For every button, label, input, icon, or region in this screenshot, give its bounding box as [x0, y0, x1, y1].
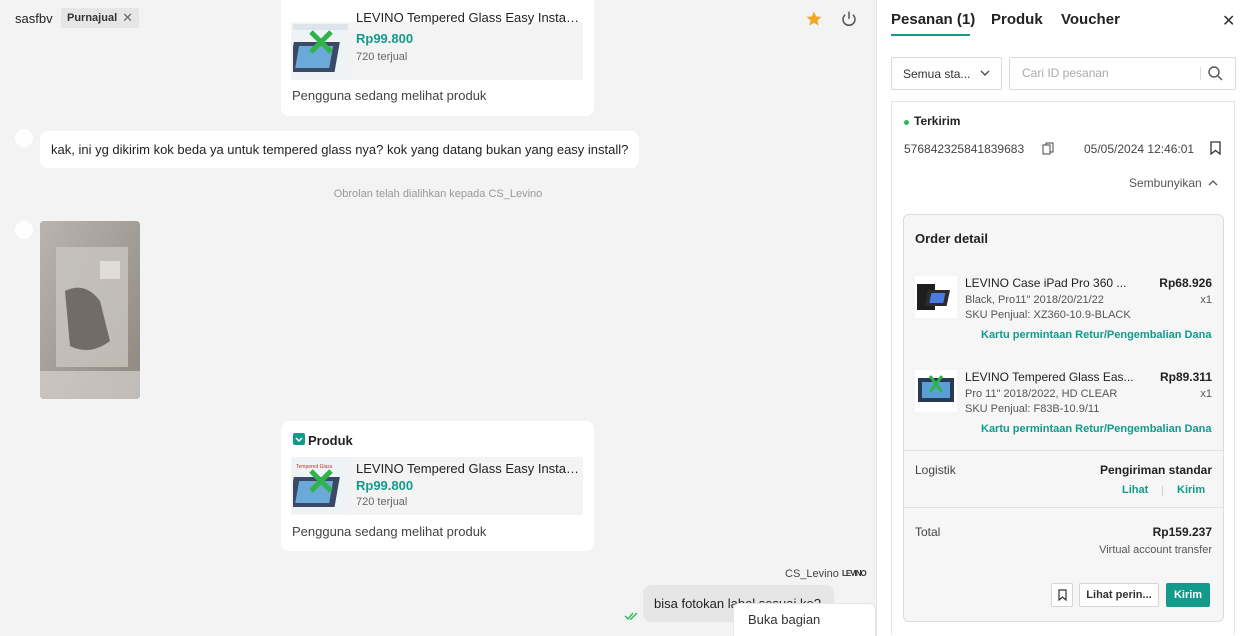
order-search[interactable]: [1009, 57, 1236, 90]
viewing-note: Pengguna sedang melihat produk: [292, 524, 487, 539]
product-sold: 720 terjual: [356, 496, 408, 508]
chat-username: sasfbv: [15, 11, 53, 26]
tab-products[interactable]: Produk: [991, 11, 1043, 28]
product-name: LEVINO Tempered Glass Easy Install ...: [356, 10, 580, 25]
logistics-value: Pengiriman standar: [1099, 463, 1212, 477]
customer-photo[interactable]: [40, 221, 140, 399]
active-tab-indicator: [891, 34, 970, 36]
hide-details-toggle[interactable]: Sembunyikan: [1129, 176, 1218, 190]
aftersales-badge: Purnajual ✕: [61, 8, 140, 28]
svg-text:Tempered Glass: Tempered Glass: [296, 464, 333, 470]
jump-to-bottom-button[interactable]: Buka bagian bawah: [733, 603, 876, 636]
order-id: 576842325841839683: [904, 142, 1025, 156]
badge-label: Purnajual: [67, 12, 118, 24]
order-search-input[interactable]: [1020, 65, 1204, 81]
item-name[interactable]: LEVINO Tempered Glass Eas...: [965, 370, 1135, 384]
status-filter-select[interactable]: Semua sta...: [891, 57, 1002, 90]
item-thumbnail: [915, 276, 957, 318]
logistics-view-link[interactable]: Lihat: [1122, 484, 1148, 496]
search-icon[interactable]: [1207, 65, 1223, 81]
order-detail-title: Order detail: [915, 231, 988, 246]
hide-label: Sembunyikan: [1129, 176, 1202, 190]
badge-close-icon[interactable]: ✕: [122, 8, 133, 28]
chevron-down-icon: [980, 70, 990, 76]
product-card-top[interactable]: LEVINO Tempered Glass Easy Install ... R…: [281, 0, 594, 116]
bookmark-icon: [1057, 589, 1067, 602]
order-card: Terkirim 576842325841839683 05/05/2024 1…: [891, 101, 1235, 635]
payment-method: Virtual account transfer: [1099, 544, 1212, 556]
item-sku: SKU Penjual: F83B-10.9/11: [965, 403, 1100, 415]
product-thumbnail: [293, 24, 348, 78]
view-details-button[interactable]: Lihat perin...: [1079, 583, 1159, 607]
order-detail-box: Order detail LEVINO Case iPad Pro 360 ..…: [903, 214, 1224, 622]
bookmark-button[interactable]: [1051, 583, 1073, 607]
customer-avatar: [15, 221, 33, 239]
logistics-send-link[interactable]: Kirim: [1177, 484, 1205, 496]
divider: [904, 507, 1223, 508]
product-card-header: Produk: [308, 433, 353, 448]
transfer-note: Obrolan telah dialihkan kepada CS_Levino: [333, 188, 543, 200]
star-icon[interactable]: [805, 10, 823, 28]
viewing-note: Pengguna sedang melihat produk: [292, 88, 487, 103]
total-value: Rp159.237: [1152, 525, 1212, 539]
return-refund-link[interactable]: Kartu permintaan Retur/Pengembalian Dana: [981, 329, 1211, 341]
order-item: LEVINO Case iPad Pro 360 ... Rp68.926 Bl…: [904, 276, 1223, 348]
order-date: 05/05/2024 12:46:01: [1084, 142, 1195, 156]
customer-message: kak, ini yg dikirim kok beda ya untuk te…: [40, 131, 640, 168]
tab-orders[interactable]: Pesanan (1): [891, 11, 975, 28]
power-icon[interactable]: [840, 10, 858, 28]
read-receipt-icon: [624, 612, 638, 621]
logistics-label: Logistik: [915, 463, 956, 477]
item-variant: Black, Pro11" 2018/20/21/22: [965, 294, 1104, 306]
product-thumbnail: Tempered Glass: [293, 459, 348, 513]
status-dot: [904, 120, 909, 125]
product-card[interactable]: Produk Tempered Glass LEVINO Tempered Gl…: [281, 421, 594, 551]
order-status: Terkirim: [914, 114, 961, 128]
item-price: Rp89.311: [1159, 370, 1212, 384]
item-quantity: x1: [1200, 388, 1212, 400]
order-panel: Pesanan (1) Produk Voucher ✕ Semua sta..…: [876, 0, 1249, 636]
customer-avatar: [15, 129, 33, 147]
product-info[interactable]: Tempered Glass LEVINO Tempered Glass Eas…: [291, 457, 583, 515]
tab-vouchers[interactable]: Voucher: [1061, 11, 1120, 28]
product-info-top[interactable]: LEVINO Tempered Glass Easy Install ... R…: [291, 10, 583, 80]
status-filter-value: Semua sta...: [903, 67, 971, 81]
order-item: LEVINO Tempered Glass Eas... Rp89.311 Pr…: [904, 370, 1223, 442]
send-button[interactable]: Kirim: [1166, 583, 1210, 607]
divider: [904, 450, 1223, 451]
return-refund-link[interactable]: Kartu permintaan Retur/Pengembalian Dana: [981, 423, 1211, 435]
item-thumbnail: [915, 370, 957, 412]
agent-name: CS_Levino: [785, 568, 839, 580]
chevron-up-icon: [1208, 180, 1218, 186]
copy-icon[interactable]: [1042, 142, 1054, 155]
item-name[interactable]: LEVINO Case iPad Pro 360 ...: [965, 276, 1135, 290]
chat-area: sasfbv Purnajual ✕ LEVINO Tempered Glass…: [0, 0, 876, 636]
close-icon[interactable]: ✕: [1222, 11, 1235, 31]
total-label: Total: [915, 525, 941, 539]
product-tag-icon: [293, 433, 305, 445]
product-price: Rp99.800: [356, 31, 414, 46]
item-quantity: x1: [1200, 294, 1212, 306]
search-divider: [1200, 67, 1201, 80]
agent-avatar: LEVINO: [842, 569, 867, 578]
product-price: Rp99.800: [356, 478, 414, 493]
item-price: Rp68.926: [1159, 276, 1212, 290]
customer-message-text: kak, ini yg dikirim kok beda ya untuk te…: [51, 142, 629, 157]
product-sold: 720 terjual: [356, 51, 408, 63]
item-variant: Pro 11" 2018/2022, HD CLEAR: [965, 388, 1118, 400]
bookmark-icon[interactable]: [1210, 141, 1221, 155]
product-name: LEVINO Tempered Glass Easy Install ...: [356, 461, 580, 476]
link-separator: [1162, 486, 1163, 496]
item-sku: SKU Penjual: XZ360-10.9-BLACK: [965, 309, 1131, 321]
